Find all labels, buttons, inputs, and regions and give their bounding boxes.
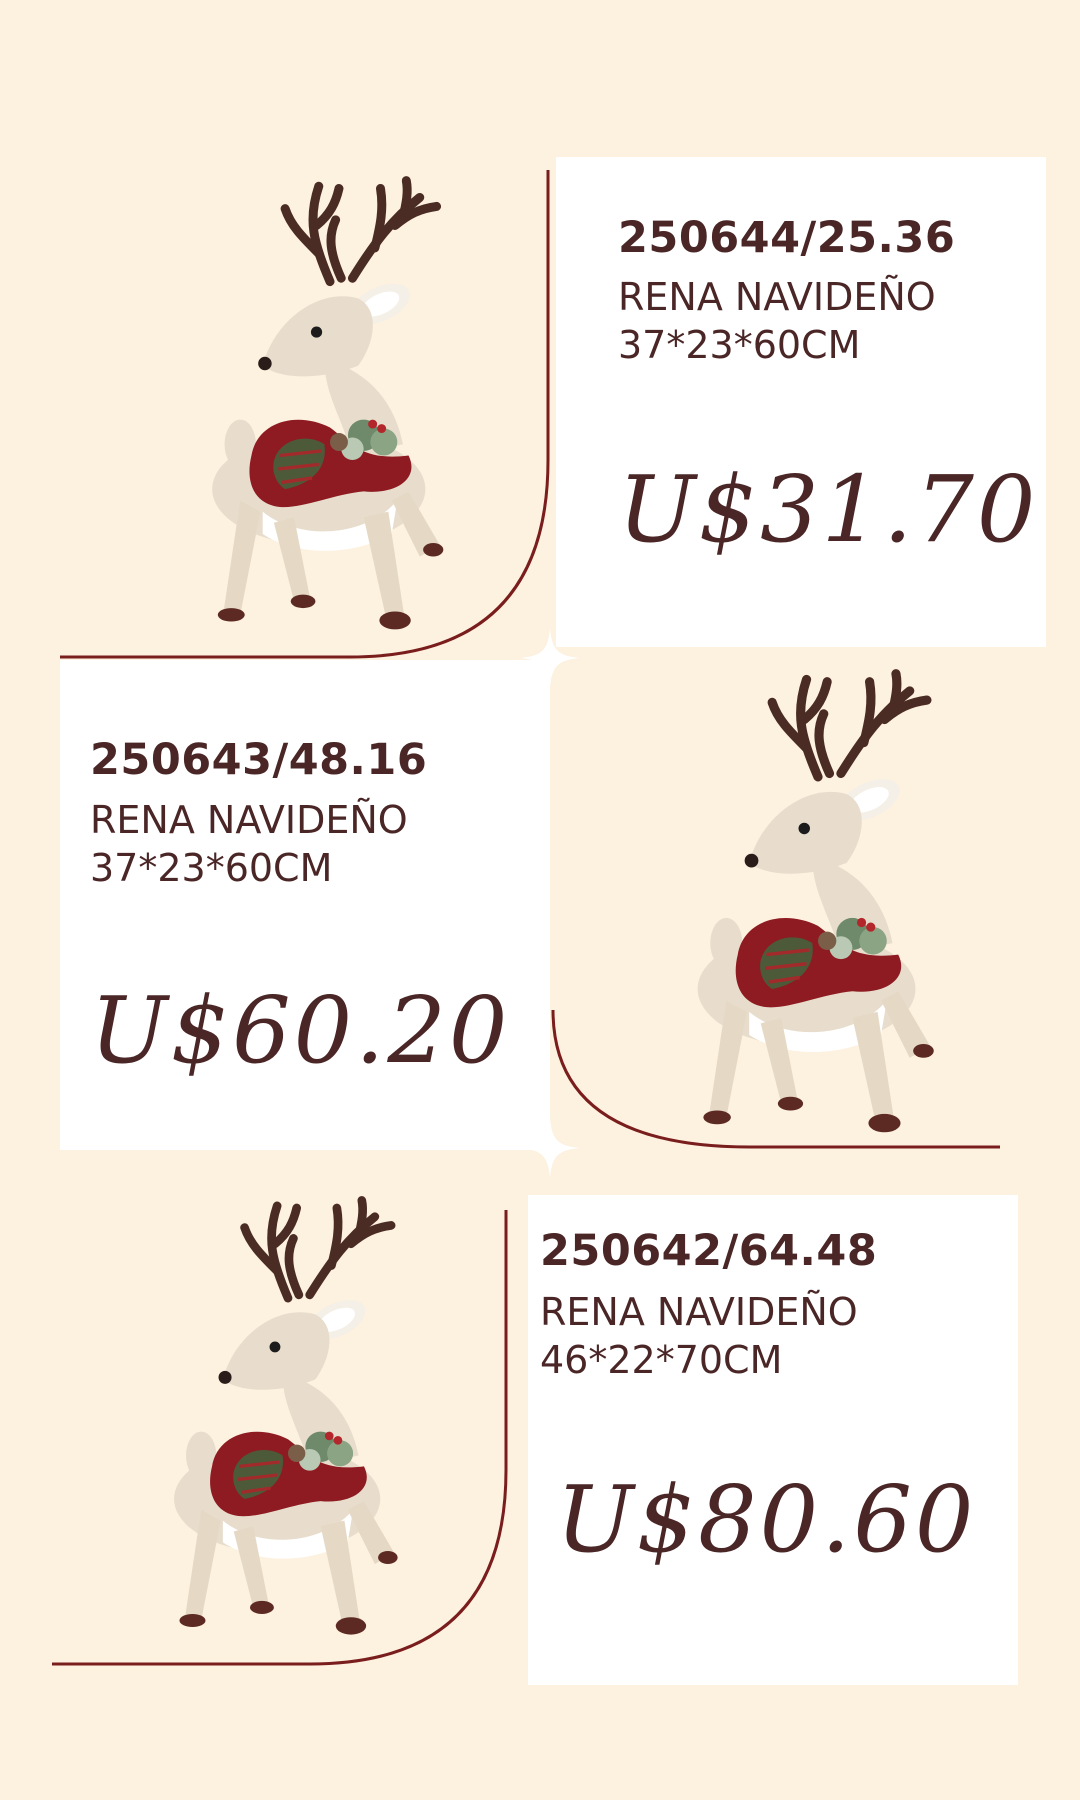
product-name-3: RENA NAVIDEÑO (540, 1290, 858, 1334)
reindeer-figurine-icon (148, 1195, 428, 1640)
product-price-3: U$80.60 (556, 1466, 977, 1573)
product-code-3: 250642/64.48 (540, 1226, 878, 1276)
product-dimensions-3: 46*22*70CM (540, 1338, 783, 1382)
